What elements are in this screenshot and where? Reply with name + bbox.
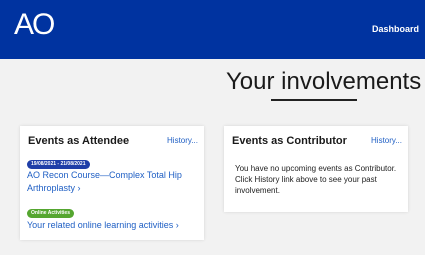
contributor-history-link[interactable]: History...: [371, 136, 402, 145]
attendee-card-title: Events as Attendee: [28, 135, 130, 147]
title-underline-divider: [271, 99, 357, 101]
page-title: Your involvements: [226, 68, 422, 95]
attendee-history-link[interactable]: History...: [167, 136, 198, 145]
contributor-card-title: Events as Contributor: [232, 135, 347, 147]
course-event-link[interactable]: AO Recon Course—Complex Total Hip Arthro…: [27, 169, 199, 195]
attendee-card-header: Events as Attendee History...: [28, 135, 198, 151]
event-date-badge: 19/08/2021 - 21/08/2021: [27, 160, 90, 169]
events-as-attendee-card: Events as Attendee History... 19/08/2021…: [20, 126, 204, 240]
contributor-card-header: Events as Contributor History...: [232, 135, 402, 151]
top-navigation-bar: AO Dashboard: [0, 0, 425, 59]
ao-logo[interactable]: AO: [14, 7, 55, 43]
nav-dashboard-link[interactable]: Dashboard: [372, 24, 419, 34]
events-as-contributor-card: Events as Contributor History... You hav…: [224, 126, 408, 212]
online-activities-badge: Online Activities: [27, 209, 74, 218]
no-events-message: You have no upcoming events as Contribut…: [235, 164, 397, 195]
online-learning-activities-link[interactable]: Your related online learning activities …: [27, 219, 179, 232]
